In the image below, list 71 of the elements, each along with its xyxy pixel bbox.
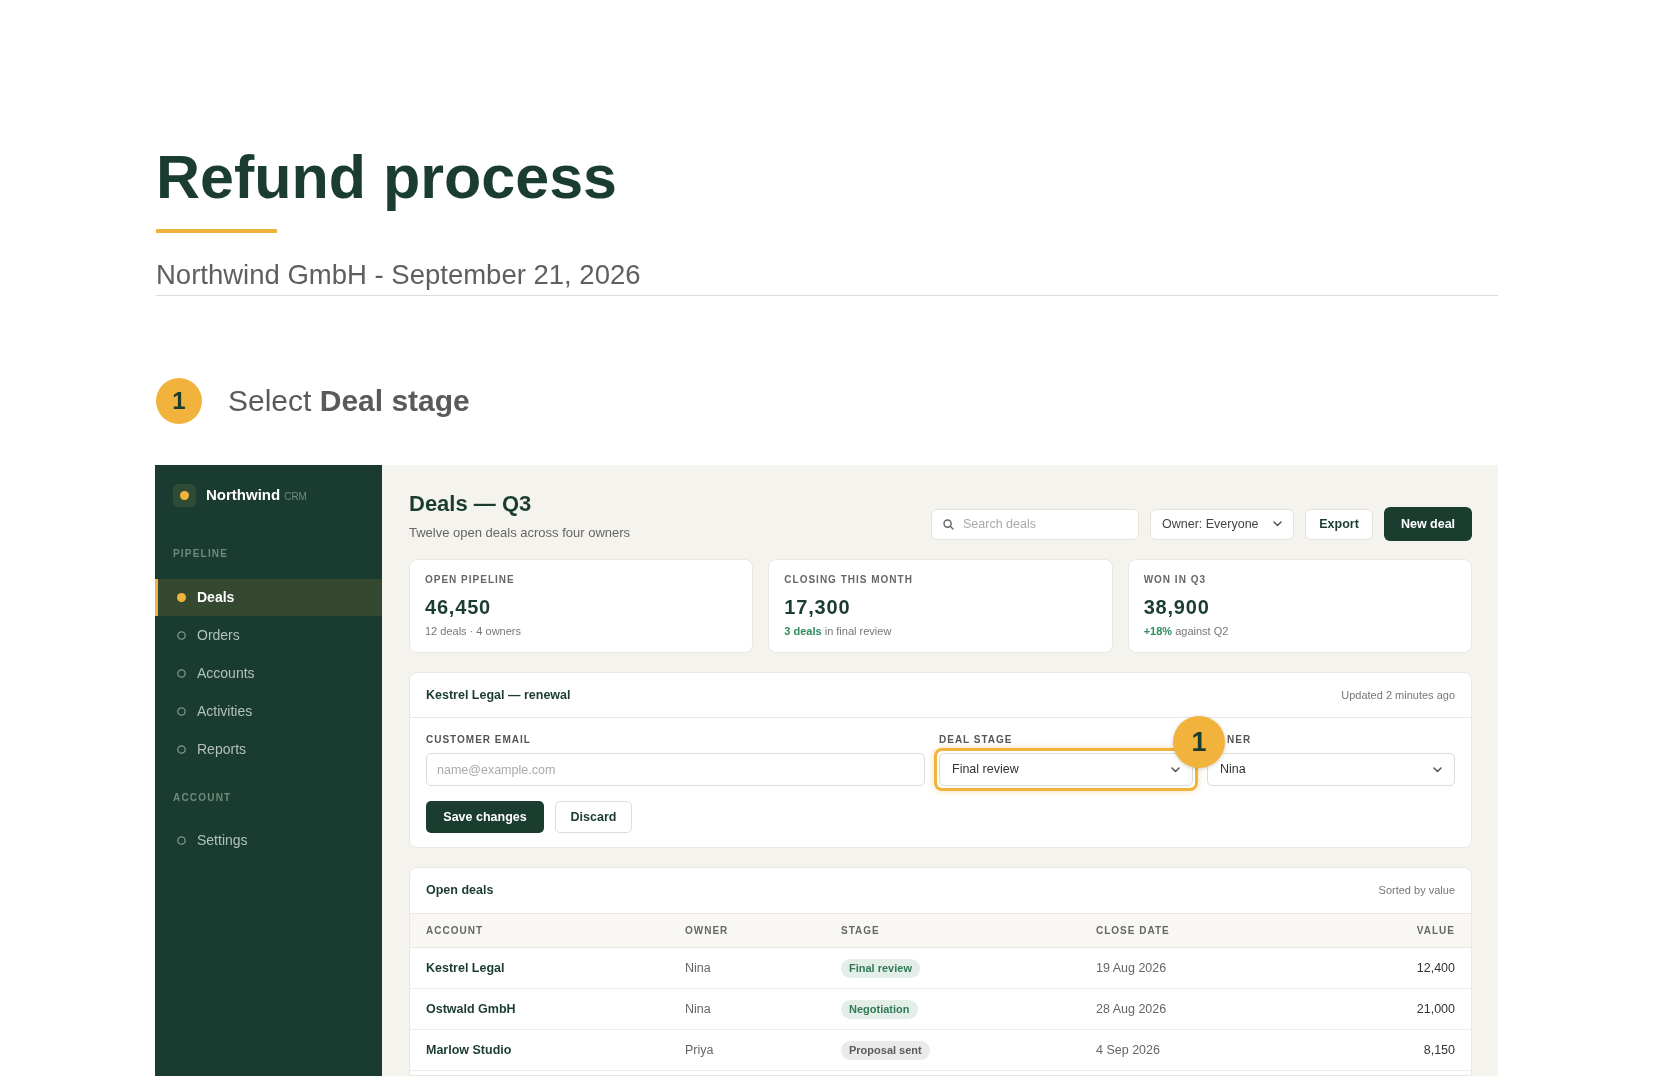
stat-label: OPEN PIPELINE <box>425 573 516 586</box>
sidebar-item[interactable]: Activities <box>155 693 382 730</box>
table-cell-text: Marlow Studio <box>426 1041 512 1059</box>
owner-filter-dropdown[interactable]: Owner: Everyone <box>1150 508 1294 540</box>
stat-note: 12 deals · 4 owners <box>425 624 522 638</box>
sort-note: Sorted by value <box>1378 883 1455 899</box>
chevron-down-icon <box>1171 766 1180 773</box>
sidebar-item[interactable]: Accounts <box>155 655 382 692</box>
ring-icon <box>177 836 186 845</box>
search-icon <box>943 518 954 530</box>
select-field[interactable]: Final review <box>939 753 1193 786</box>
save-button[interactable]: Save changes <box>426 801 544 833</box>
ring-icon <box>177 669 186 678</box>
email-field[interactable]: name@example.com <box>426 753 925 786</box>
column-header: STAGE <box>841 924 880 938</box>
page-subtitle: Twelve open deals across four owners <box>409 525 631 541</box>
sidebar-item[interactable]: Reports <box>155 731 382 768</box>
table-cell-text: Ostwald GmbH <box>426 1000 516 1018</box>
new-deal-button[interactable]: New deal <box>1384 507 1472 541</box>
section-heading: ACCOUNT <box>172 791 233 805</box>
step-number-badge: 1 <box>156 378 202 424</box>
table-cell-text: 12,400 <box>1416 959 1455 977</box>
field-label: CUSTOMER EMAIL <box>426 734 531 746</box>
table-cell-text: Kestrel Legal <box>426 959 505 977</box>
column-header: VALUE <box>1416 924 1455 938</box>
export-button[interactable]: Export <box>1305 508 1373 540</box>
brand-suffix: CRM <box>284 490 307 505</box>
updated-note: Updated 2 minutes ago <box>1341 687 1455 703</box>
table-cell-text: Nina <box>685 1000 711 1018</box>
chevron-down-icon <box>1433 766 1442 773</box>
dot-icon <box>177 593 186 602</box>
logo-icon <box>173 484 196 507</box>
ring-icon <box>177 631 186 640</box>
field-label: DEAL STAGE <box>939 734 1013 746</box>
select-field[interactable]: Nina <box>1207 753 1455 786</box>
table-cell-text: Nina <box>685 959 711 977</box>
search-field[interactable]: Search deals <box>931 508 1139 540</box>
column-header: OWNER <box>685 924 729 938</box>
sidebar-item[interactable]: Deals <box>155 579 382 616</box>
ring-icon <box>177 707 186 716</box>
table-cell-text: Priya <box>685 1041 714 1059</box>
stat-note: +18% against Q2 <box>1143 624 1230 638</box>
stat-label: CLOSING THIS MONTH <box>784 573 914 586</box>
page-title: Deals — Q3 <box>409 491 533 517</box>
sidebar-item[interactable]: Settings <box>155 822 382 859</box>
stat-label: WON IN Q3 <box>1143 573 1207 586</box>
document-subtitle: Northwind GmbH - September 21, 2026 <box>156 259 641 291</box>
stat-note: 3 deals in final review <box>784 624 893 638</box>
stage-tag: Proposal sent <box>841 1040 930 1060</box>
stat-value: 38,900 <box>1143 595 1211 619</box>
sidebar-item[interactable]: Orders <box>155 617 382 654</box>
brand-name: Northwind <box>206 485 281 506</box>
chevron-down-icon <box>1273 521 1282 527</box>
card-title: Kestrel Legal — renewal <box>426 686 571 704</box>
stat-value: 46,450 <box>425 595 492 619</box>
stage-tag: Negotiation <box>841 999 918 1019</box>
stage-tag: Final review <box>841 958 920 978</box>
table-cell-text: 8,150 <box>1423 1041 1455 1059</box>
table-cell-text: 28 Aug 2026 <box>1096 1000 1167 1018</box>
stat-value: 17,300 <box>784 595 852 619</box>
table-cell-text: 21,000 <box>1416 1000 1455 1018</box>
table-cell-text: 4 Sep 2026 <box>1096 1041 1160 1059</box>
section-heading: PIPELINE <box>172 547 230 561</box>
column-header: ACCOUNT <box>426 924 483 938</box>
field-label: NER <box>1227 734 1252 746</box>
card-title: Open deals <box>426 882 494 900</box>
ring-icon <box>177 745 186 754</box>
step-instruction: Select Deal stage <box>228 383 470 419</box>
table-cell-text: 19 Aug 2026 <box>1096 959 1167 977</box>
discard-button[interactable]: Discard <box>555 801 632 833</box>
column-header: CLOSE DATE <box>1096 924 1170 938</box>
